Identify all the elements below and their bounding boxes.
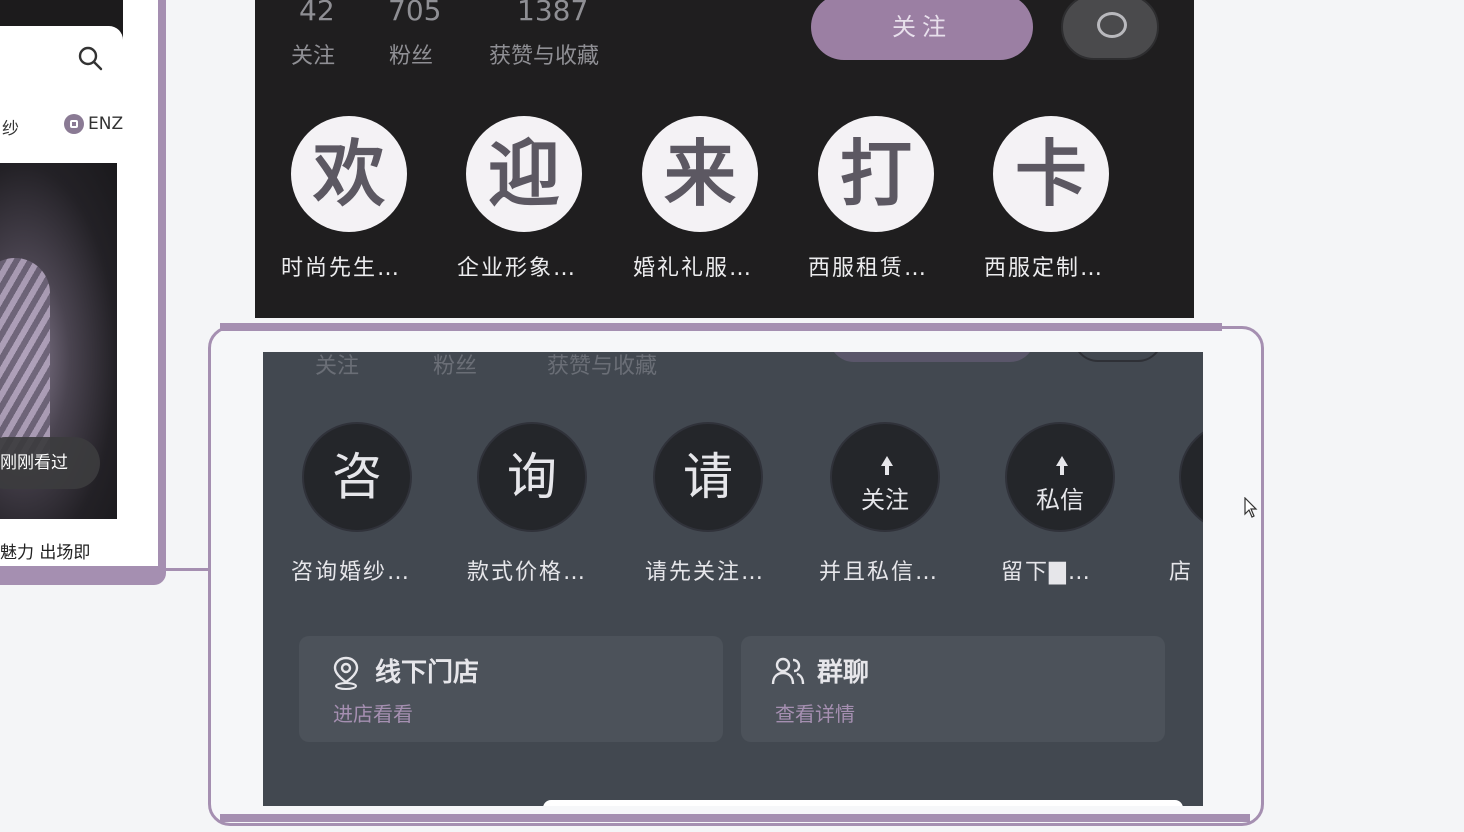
offline-store-subtitle: 进店看看 [333,702,413,726]
highlight-cover-message[interactable]: 私信 [1005,422,1115,532]
tag-enz[interactable]: ENZ [64,114,123,134]
highlight-label: 企业形象… [457,256,578,281]
highlight-label: 时尚先生… [281,256,402,281]
stat-followers-count: 705 [388,0,442,27]
stat-likes-count: 1387 [517,0,589,27]
frame-bottom-edge [220,814,1250,822]
recently-viewed-badge[interactable]: 刚刚看过 [0,437,100,489]
highlight-cover[interactable]: 卡 [993,116,1109,232]
left-phone-screen: 纱 ENZ 刚刚看过 魅力 出场即 [0,0,158,566]
ghost-following-label: 关注 [315,354,360,379]
stat-followers-label[interactable]: 粉丝 [389,38,433,70]
highlight-label: 并且私信… [819,560,940,585]
highlight-cover[interactable]: 询 [477,422,587,532]
highlight-label: 店 [1169,560,1194,585]
profile-screenshot: 42 705 1387 关注 粉丝 获赞与收藏 关注 欢 迎 来 打 卡 时尚先… [255,0,1194,318]
highlight-label: 咨询婚纱… [291,560,412,585]
highlight-cover[interactable]: 打 [818,116,934,232]
highlight-label: 请先关注… [645,560,766,585]
location-pin-icon [333,656,359,690]
highlight-label: 款式价格… [467,560,588,585]
highlight-cover-partial[interactable] [1179,422,1203,532]
mouse-cursor-icon [1244,497,1258,518]
offline-store-title: 线下门店 [375,658,480,688]
highlight-label: 西服定制… [984,256,1105,281]
brand-icon [64,114,84,134]
ghost-likes-label: 获赞与收藏 [547,354,658,379]
chat-icon [1097,12,1127,38]
group-chat-title: 群聊 [817,658,870,688]
ghost-message-button [1073,352,1163,362]
frame-top-edge [220,323,1222,331]
arrow-up-stem [1060,465,1064,475]
highlight-cover-follow[interactable]: 关注 [830,422,940,532]
profile-zoom-screenshot: 关注 粉丝 获赞与收藏 咨 询 请 关注 私信 咨询婚纱… 款式价格… 请先关注… [263,352,1203,806]
highlight-label: 西服租赁… [808,256,929,281]
highlight-cover[interactable]: 欢 [291,116,407,232]
ghost-follow-button [829,352,1035,362]
highlight-cover[interactable]: 请 [653,422,763,532]
group-chat-subtitle: 查看详情 [775,702,855,726]
search-icon[interactable] [76,44,104,72]
dress-illustration [0,258,50,458]
stat-following-count: 42 [299,0,335,27]
arrow-up-stem [885,465,889,475]
ghost-followers-label: 粉丝 [433,354,478,379]
product-caption: 魅力 出场即 [0,543,91,563]
group-icon [771,657,805,685]
highlight-sub: 私信 [1036,486,1084,514]
group-chat-card[interactable]: 群聊 查看详情 [741,636,1165,742]
stat-likes-label[interactable]: 获赞与收藏 [489,38,599,70]
stat-following-label[interactable]: 关注 [291,38,335,70]
follow-button[interactable]: 关注 [811,0,1033,60]
highlight-label: 婚礼礼服… [633,256,754,281]
highlight-cover[interactable]: 来 [642,116,758,232]
highlight-sub: 关注 [861,486,909,514]
highlight-cover[interactable]: 咨 [302,422,412,532]
offline-store-card[interactable]: 线下门店 进店看看 [299,636,723,742]
content-edge [543,800,1183,806]
tag-wedding[interactable]: 纱 [2,114,19,139]
left-search-panel [0,26,123,106]
connector-line [166,568,210,571]
message-button[interactable] [1061,0,1159,60]
tag-enz-label: ENZ [88,114,124,134]
highlight-cover[interactable]: 迎 [466,116,582,232]
highlight-label: 留下▇… [1001,560,1092,585]
